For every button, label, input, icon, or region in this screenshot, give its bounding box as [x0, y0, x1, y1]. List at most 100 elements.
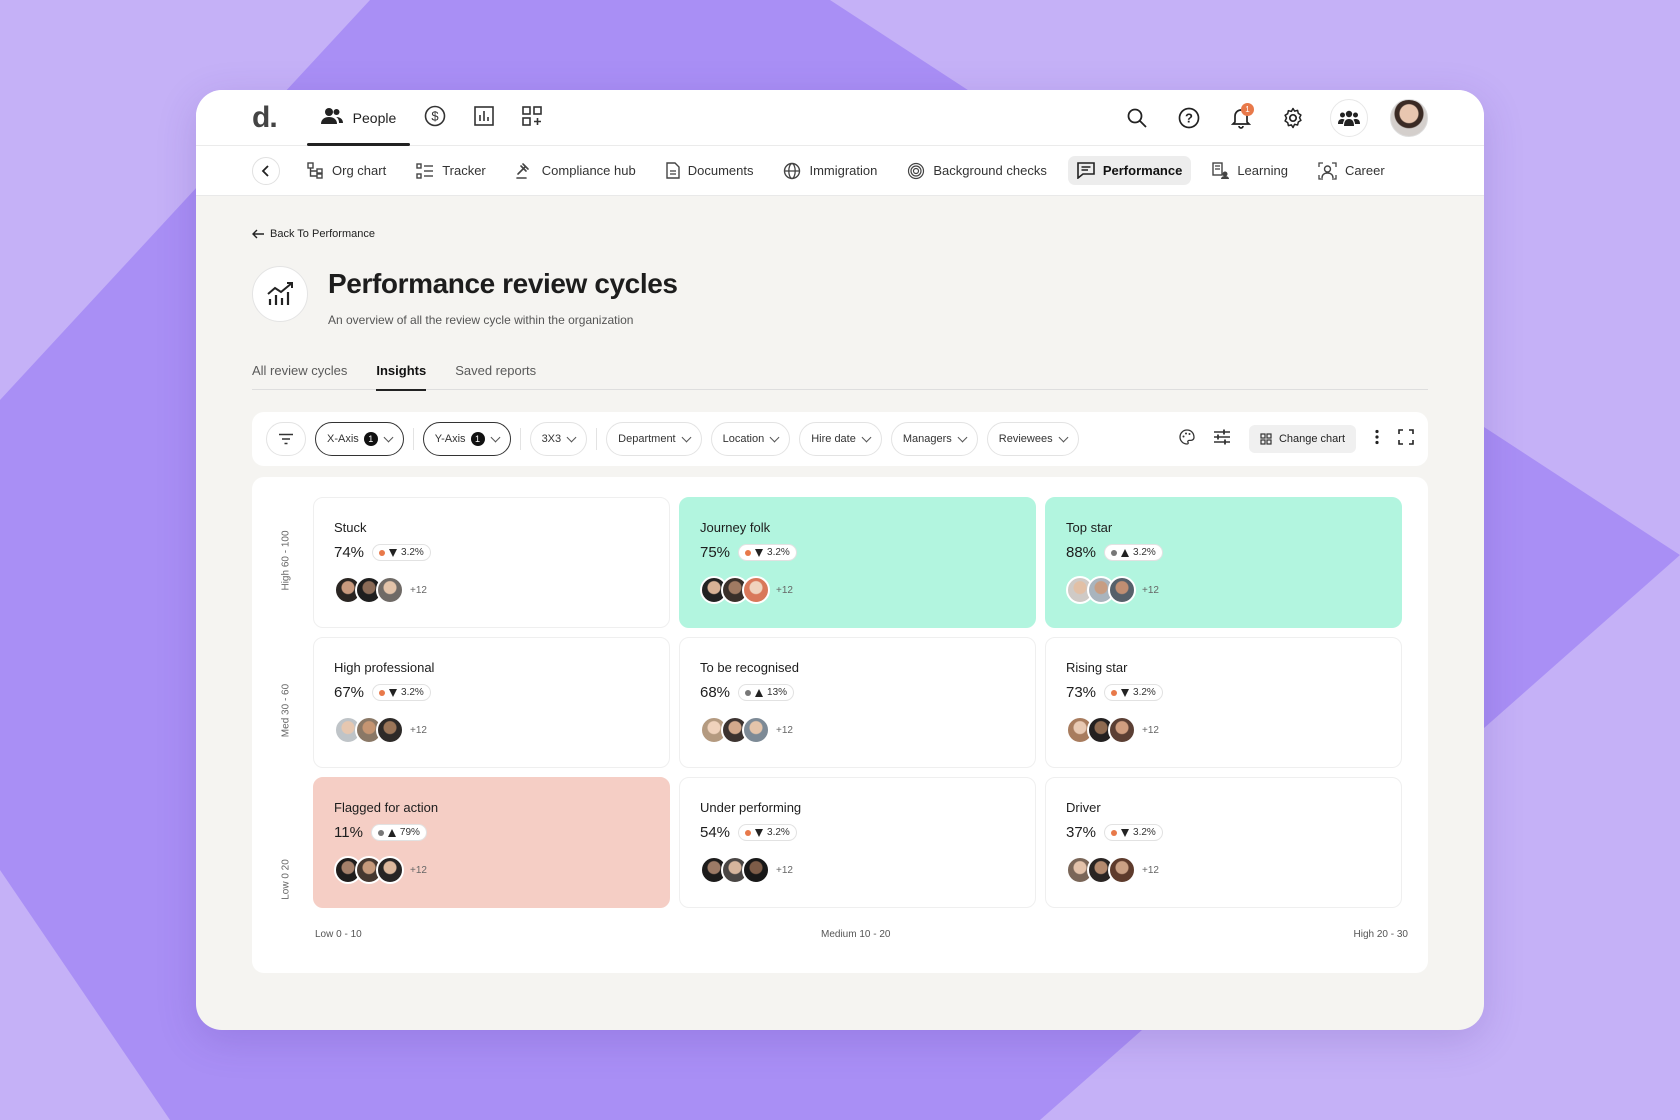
- top-nav-reports[interactable]: [460, 90, 508, 146]
- subnav-org-chart[interactable]: Org chart: [298, 156, 395, 185]
- grid-size-dropdown[interactable]: 3X3: [529, 422, 588, 456]
- reviewees-dropdown[interactable]: Reviewees: [986, 422, 1079, 456]
- x-axis-label: X-Axis: [327, 433, 359, 445]
- subnav-performance[interactable]: Performance: [1067, 156, 1192, 185]
- grid-cell-to-be-recognised[interactable]: To be recognised 68% 13% +12: [679, 637, 1036, 768]
- avatar-group[interactable]: +12: [334, 716, 649, 744]
- top-nav-payroll[interactable]: $: [410, 90, 460, 146]
- subnav-label: Performance: [1102, 163, 1183, 178]
- grid-cell-rising-star[interactable]: Rising star 73% 3.2% +12: [1045, 637, 1402, 768]
- top-right-actions: ? 1: [1122, 98, 1428, 137]
- help-icon: ?: [1178, 107, 1200, 128]
- top-nav: People $: [306, 90, 557, 146]
- help-button[interactable]: ?: [1174, 103, 1204, 133]
- more-options-button[interactable]: [1374, 429, 1380, 450]
- grid-cell-driver[interactable]: Driver 37% 3.2% +12: [1045, 777, 1402, 908]
- chevron-down-icon: [861, 432, 872, 442]
- location-dropdown[interactable]: Location: [710, 422, 791, 456]
- settings-button[interactable]: [1278, 103, 1308, 133]
- tab-bar: All review cycles Insights Saved reports: [252, 363, 1428, 391]
- grid-cell-stuck[interactable]: Stuck 74% 3.2% +12: [313, 497, 670, 628]
- subnav-compliance-hub[interactable]: Compliance hub: [507, 156, 645, 185]
- document-icon: [666, 162, 680, 179]
- tab-saved-reports[interactable]: Saved reports: [455, 363, 536, 390]
- cell-name: Flagged for action: [334, 800, 439, 815]
- avatar-group[interactable]: +12: [700, 856, 1015, 884]
- status-dot: [379, 689, 386, 696]
- tab-all-review-cycles[interactable]: All review cycles: [252, 363, 347, 390]
- avatar-group[interactable]: +12: [334, 856, 649, 884]
- chevron-down-icon: [383, 432, 394, 442]
- avatar-group[interactable]: +12: [334, 576, 649, 604]
- subnav-tracker[interactable]: Tracker: [407, 157, 495, 185]
- trend-down-icon: [1121, 828, 1130, 837]
- change-chip: 13%: [738, 684, 795, 701]
- tab-insights[interactable]: Insights: [376, 363, 426, 391]
- team-button[interactable]: [1330, 98, 1368, 137]
- grid-cell-under-performing[interactable]: Under performing 54% 3.2% +12: [679, 777, 1036, 908]
- status-dot: [745, 689, 752, 696]
- trend-down-icon: [1121, 688, 1130, 697]
- avatar-group[interactable]: +12: [1066, 576, 1381, 604]
- filter-button[interactable]: [266, 422, 306, 456]
- avatar-group[interactable]: +12: [700, 576, 1015, 604]
- top-nav-people[interactable]: People: [306, 90, 411, 146]
- arrow-left-icon: [252, 229, 264, 239]
- dropdown-label: Hire date: [811, 433, 856, 445]
- y-axis-dropdown[interactable]: Y-Axis 1: [422, 422, 511, 456]
- svg-text:?: ?: [1185, 110, 1193, 125]
- avatar-group[interactable]: +12: [700, 716, 1015, 744]
- adjust-button[interactable]: [1213, 429, 1231, 450]
- y-axis-label-low: Low 0 20: [280, 859, 292, 900]
- user-avatar[interactable]: [1390, 98, 1428, 137]
- more-count: +12: [776, 584, 793, 596]
- search-button[interactable]: [1122, 103, 1152, 133]
- message-icon: [1077, 162, 1095, 179]
- subnav-learning[interactable]: Learning: [1203, 156, 1297, 185]
- grid-cell-top-star[interactable]: Top star 88% 3.2% +12: [1045, 497, 1402, 628]
- career-icon: [1318, 161, 1337, 180]
- back-to-performance-link[interactable]: Back To Performance: [252, 228, 1428, 240]
- subnav-back-button[interactable]: [252, 156, 280, 185]
- status-dot: [745, 829, 752, 836]
- avatar-group[interactable]: +12: [1066, 716, 1381, 744]
- avatar-group[interactable]: +12: [1066, 856, 1381, 884]
- change-value: 13%: [767, 687, 788, 698]
- x-axis-dropdown[interactable]: X-Axis 1: [315, 422, 404, 456]
- top-nav-people-label: People: [352, 109, 397, 126]
- grid-cell-journey-folk[interactable]: Journey folk 75% 3.2% +12: [679, 497, 1036, 628]
- trend-up-icon: [1121, 548, 1130, 557]
- subnav-documents[interactable]: Documents: [657, 156, 763, 185]
- svg-text:$: $: [432, 109, 440, 124]
- subnav-label: Tracker: [442, 163, 486, 178]
- avatar: [742, 716, 770, 744]
- learning-icon: [1212, 162, 1230, 179]
- fullscreen-button[interactable]: [1398, 428, 1414, 450]
- more-vertical-icon: [1375, 429, 1379, 444]
- hire-date-dropdown[interactable]: Hire date: [799, 422, 882, 456]
- trend-down-icon: [389, 688, 398, 697]
- department-dropdown[interactable]: Department: [606, 422, 702, 456]
- notifications-button[interactable]: 1: [1226, 102, 1256, 133]
- palette-button[interactable]: [1179, 428, 1195, 450]
- fullscreen-icon: [1398, 428, 1414, 445]
- change-chip: 3.2%: [1104, 544, 1163, 561]
- grid-cell-high-professional[interactable]: High professional 67% 3.2% +12: [313, 637, 670, 768]
- grid-cell-flagged-for-action[interactable]: Flagged for action 11% 79% +12: [313, 777, 670, 908]
- cell-name: Journey folk: [700, 520, 771, 535]
- subnav-career[interactable]: Career: [1309, 156, 1394, 186]
- divider: [596, 428, 598, 450]
- more-count: +12: [776, 864, 793, 876]
- app-logo[interactable]: d.: [252, 101, 278, 135]
- cell-stats: 88% 3.2%: [1066, 544, 1381, 561]
- subnav-background-checks[interactable]: Background checks: [898, 156, 1055, 186]
- subnav-immigration[interactable]: Immigration: [774, 156, 886, 186]
- grid-size-label: 3X3: [541, 433, 562, 445]
- cell-percent: 75%: [700, 544, 731, 561]
- dropdown-label: Managers: [902, 433, 952, 445]
- managers-dropdown[interactable]: Managers: [890, 422, 978, 456]
- change-chart-button[interactable]: Change chart: [1248, 425, 1356, 453]
- top-nav-apps[interactable]: [508, 90, 556, 146]
- change-value: 3.2%: [401, 687, 424, 698]
- trend-down-icon: [389, 548, 398, 557]
